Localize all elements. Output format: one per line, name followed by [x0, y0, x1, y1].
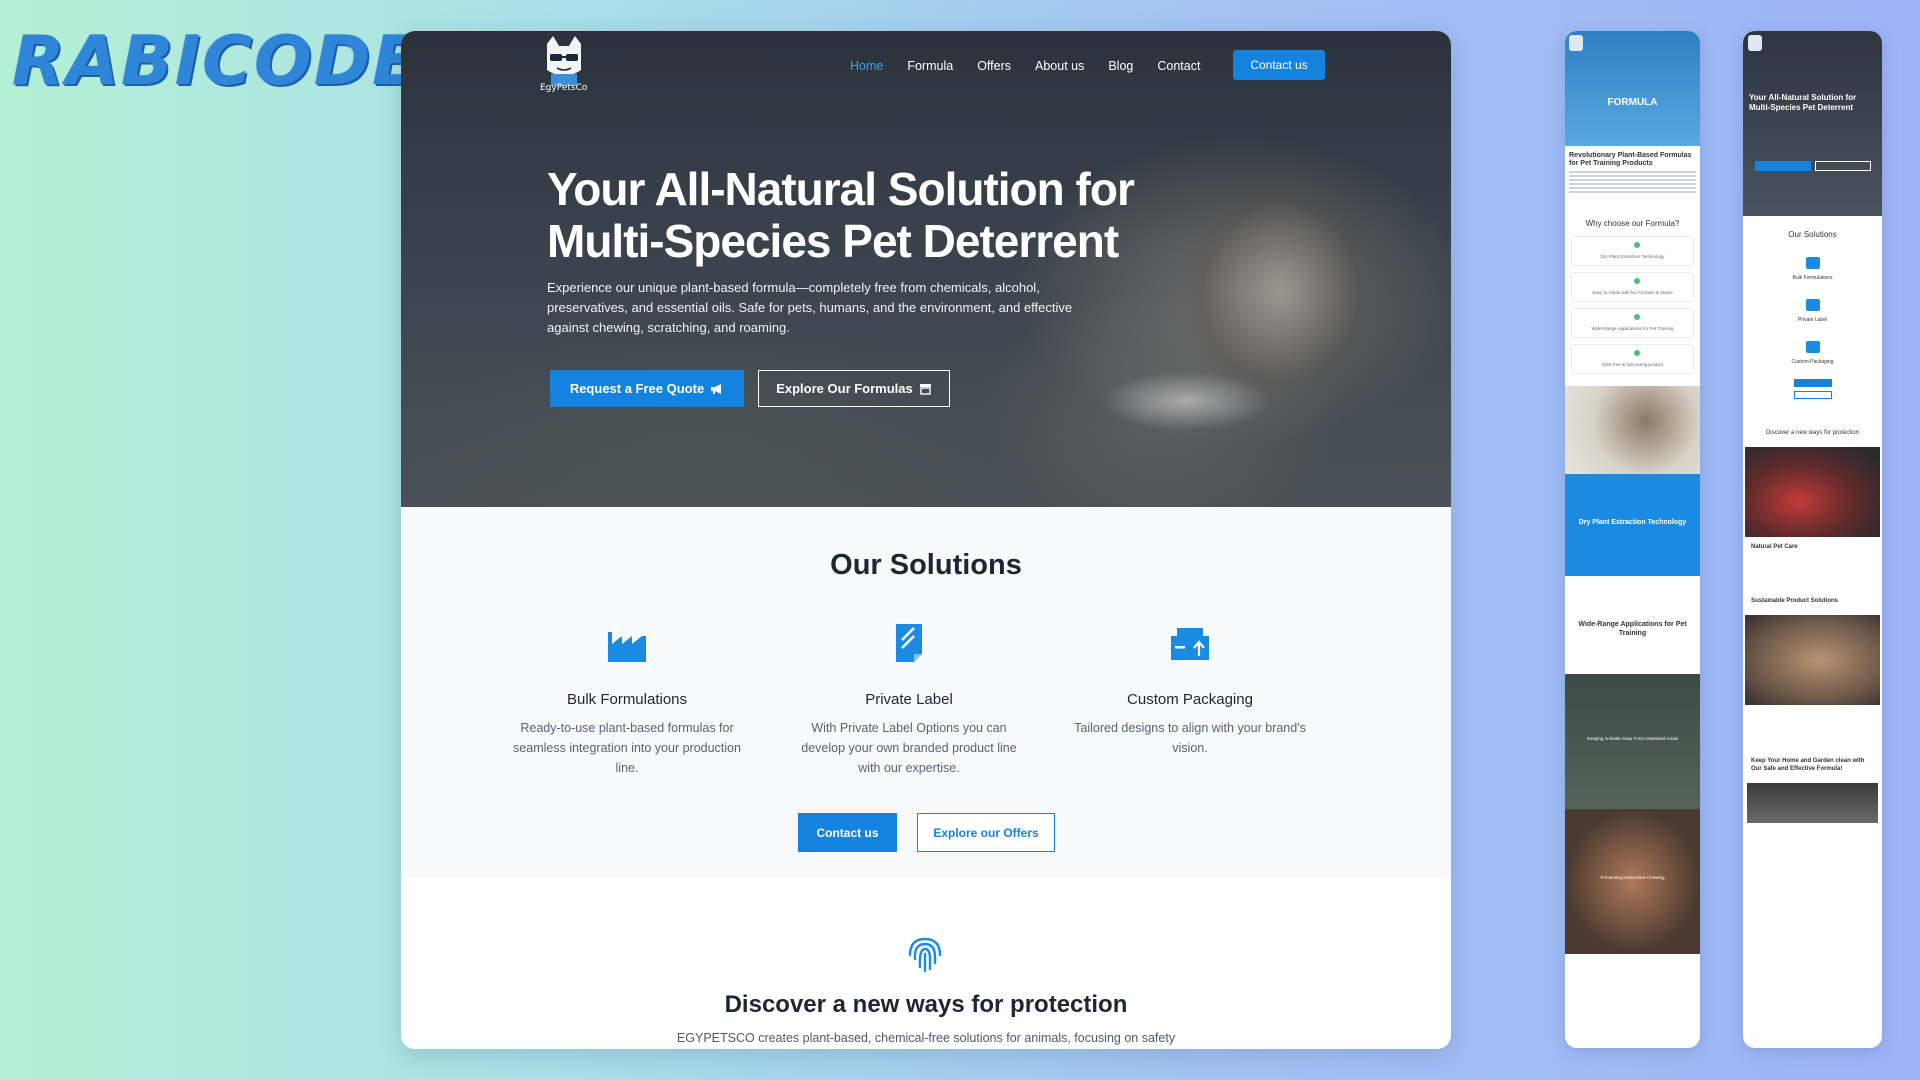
mobile-formula-hero: FORMULA [1565, 31, 1700, 146]
discover-title: Discover a new ways for protection [724, 991, 1128, 1018]
request-quote-button[interactable]: Request a Free Quote [550, 370, 744, 407]
mobile-quote-button[interactable] [1755, 161, 1811, 171]
solutions-section: Our Solutions Bulk Formulations Ready-to… [401, 507, 1451, 877]
mobile-dark-caption: Keeping Animals Away From Unwanted Areas [1586, 736, 1679, 741]
mobile-check-item: Easy to Clean with No Alcohols & Stains [1571, 272, 1694, 302]
mobile-discover-title: Discover a new ways for protection [1765, 430, 1860, 436]
mobile-check-item: Dry Plant Extraction Technology [1571, 236, 1694, 266]
hero-cat-paw [1101, 371, 1271, 431]
request-quote-label: Request a Free Quote [569, 381, 705, 396]
mobile-formula-label: FORMULA [1607, 97, 1658, 108]
mobile-care-title: Natural Pet Care [1751, 544, 1798, 550]
mobile-text-lines [1569, 171, 1696, 193]
mobile-contact-button[interactable] [1793, 379, 1832, 387]
mobile-seeds-image [1565, 386, 1700, 474]
mobile-white-feature: Wide-Range Applications for Pet Training [1565, 576, 1700, 674]
solution-title: Custom Packaging [1127, 691, 1253, 708]
flask-icon [919, 383, 931, 395]
nav-link-home[interactable]: Home [850, 58, 883, 74]
hero-title: Your All-Natural Solution for Multi-Spec… [547, 163, 1135, 267]
discover-text: EGYPETSCO creates plant-based, chemical-… [676, 1031, 1176, 1045]
solutions-title: Our Solutions [830, 549, 1022, 581]
hero-description: Experience our unique plant-based formul… [547, 280, 1073, 335]
mobile-dog-image: Preventing Destructive Chewing [1565, 809, 1700, 954]
mobile-formula-heading: Revolutionary Plant-Based Formulas for P… [1569, 152, 1692, 167]
mobile-solution-label: Private Label [1797, 317, 1828, 323]
mobile-dog-caption: Preventing Destructive Chewing [1600, 875, 1665, 880]
solution-text: Tailored designs to align with your bran… [1074, 721, 1306, 755]
mobile-solution-item: Private Label [1743, 299, 1882, 323]
nav-link-formula[interactable]: Formula [907, 58, 953, 74]
mobile-home-hero: Your All-Natural Solution for Multi-Spec… [1743, 31, 1882, 216]
mobile-check-label: Easy to Clean with No Alcohols & Stains [1592, 290, 1673, 295]
mobile-check-item: Odor-free & fast-acting product [1571, 344, 1694, 374]
solutions-contact-button[interactable]: Contact us [798, 813, 897, 852]
mobile-blue-feature: Dry Plant Extraction Technology [1565, 474, 1700, 576]
discover-section: Discover a new ways for protection EGYPE… [401, 877, 1451, 1049]
explore-offers-button[interactable]: Explore our Offers [917, 813, 1055, 852]
mobile-solution-item: Custom Packaging [1743, 341, 1882, 365]
mobile-why-title: Why choose our Formula? [1585, 219, 1680, 228]
nav-link-blog[interactable]: Blog [1108, 58, 1133, 74]
nav-contact-button[interactable]: Contact us [1233, 50, 1325, 80]
explore-formulas-button[interactable]: Explore Our Formulas [758, 370, 950, 407]
mobile-blue-feature-title: Dry Plant Extraction Technology [1578, 519, 1687, 526]
mobile-solutions-title: Our Solutions [1788, 230, 1837, 239]
mobile-bottom-photo [1747, 783, 1878, 823]
fingerprint-icon [908, 937, 942, 973]
mobile-home-hero-title: Your All-Natural Solution for Multi-Spec… [1749, 93, 1857, 112]
desktop-mockup: EgyPetsCo Home Formula Offers About us B… [401, 31, 1451, 1049]
mobile-explore-button[interactable] [1815, 161, 1871, 171]
mobile-check-label: Dry Plant Extraction Technology [1600, 254, 1665, 259]
factory-icon [1805, 257, 1820, 269]
mobile-logo-icon [1748, 35, 1762, 51]
mobile-offers-button[interactable] [1793, 391, 1832, 399]
mobile-logo-icon [1569, 35, 1583, 51]
nav-links: Home Formula Offers About us Blog Contac… [850, 58, 1224, 74]
nav-link-offers[interactable]: Offers [977, 58, 1011, 74]
packaging-icon [1805, 341, 1820, 353]
mobile-solution-item: Bulk Formulations [1743, 257, 1882, 281]
solution-card-private-label: Private Label With Private Label Options… [789, 622, 1029, 778]
top-nav: EgyPetsCo Home Formula Offers About us B… [401, 31, 1451, 111]
solution-title: Bulk Formulations [566, 691, 688, 708]
packaging-icon [1171, 628, 1209, 660]
label-icon [1805, 299, 1820, 311]
mobile-mockup-home: Your All-Natural Solution for Multi-Spec… [1743, 31, 1882, 1048]
mobile-check-item: Wide-Range Applications for Pet Training [1571, 308, 1694, 338]
mobile-solution-label: Custom Packaging [1791, 359, 1834, 365]
megaphone-icon [711, 383, 722, 394]
nav-link-contact[interactable]: Contact [1157, 58, 1200, 74]
site-logo-caption: EgyPetsCo [540, 83, 588, 93]
factory-icon [608, 632, 646, 662]
mobile-check-label: Odor-free & fast-acting product [1601, 362, 1664, 367]
mobile-sustainable-title: Sustainable Product Solutions [1751, 598, 1839, 604]
solution-text: Ready-to-use plant-based formulas for se… [513, 721, 741, 775]
label-icon [896, 624, 922, 662]
mobile-keep-title: Keep Your Home and Garden clean with Our… [1751, 758, 1865, 772]
mobile-solution-buttons [1743, 379, 1882, 399]
mobile-formula-intro: Revolutionary Plant-Based Formulas for P… [1565, 146, 1700, 201]
hero-section: EgyPetsCo Home Formula Offers About us B… [401, 31, 1451, 507]
mobile-dark-image: Keeping Animals Away From Unwanted Areas [1565, 674, 1700, 809]
explore-formulas-label: Explore Our Formulas [776, 381, 913, 396]
solution-card-packaging: Custom Packaging Tailored designs to ali… [1070, 622, 1310, 758]
mobile-cats-photo [1745, 615, 1880, 705]
mobile-white-feature-title: Wide-Range Applications for Pet Training [1578, 621, 1687, 637]
solution-title: Private Label [865, 691, 953, 708]
mobile-cat-photo [1745, 447, 1880, 537]
solution-card-bulk: Bulk Formulations Ready-to-use plant-bas… [507, 622, 747, 778]
mobile-solution-label: Bulk Formulations [1792, 275, 1833, 281]
mobile-mockup-formula: FORMULA Revolutionary Plant-Based Formul… [1565, 31, 1700, 1048]
solution-text: With Private Label Options you can devel… [801, 721, 1017, 775]
mobile-check-label: Wide-Range Applications for Pet Training [1591, 326, 1674, 331]
nav-link-about[interactable]: About us [1035, 58, 1084, 74]
